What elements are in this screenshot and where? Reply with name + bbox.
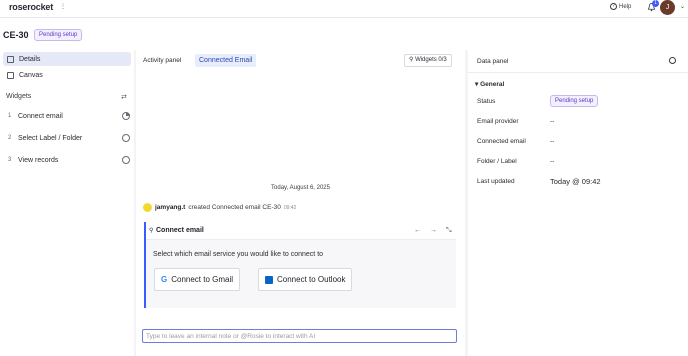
connect-outlook-button[interactable]: Connect to Outlook bbox=[258, 268, 353, 291]
card-prompt: Select which email service you would lik… bbox=[153, 251, 324, 258]
card-title: Connect email bbox=[156, 227, 204, 234]
event-time: 09:42 bbox=[283, 204, 297, 211]
sidebar-item-label: Details bbox=[19, 55, 41, 63]
field-label-email-provider: Email provider bbox=[477, 118, 519, 125]
avatar[interactable]: J bbox=[660, 0, 675, 15]
page-header: CE-30 Pending setup bbox=[0, 18, 688, 50]
event-user[interactable]: jamyang.t bbox=[155, 204, 185, 211]
connect-outlook-label: Connect to Outlook bbox=[277, 275, 346, 284]
widgets-button-label: Widgets 0/3 bbox=[415, 57, 447, 63]
section-general[interactable]: ▾ General bbox=[475, 80, 504, 88]
activity-event: jamyang.t created Connected email CE-30 … bbox=[143, 203, 296, 212]
section-label: General bbox=[480, 81, 505, 88]
field-value-last-updated: Today @ 09:42 bbox=[550, 177, 601, 186]
plug-icon: ⚲ bbox=[149, 228, 154, 234]
tab-connected-email[interactable]: Connected Email bbox=[195, 54, 257, 67]
progress-icon bbox=[122, 112, 130, 120]
chevron-down-icon[interactable]: ⌄ bbox=[680, 3, 685, 10]
event-text: created Connected email CE-30 bbox=[188, 204, 281, 211]
connect-email-card: ⚲ Connect email ← → ⤡ Select which email… bbox=[144, 222, 456, 308]
sidebar-item-details[interactable]: Details bbox=[3, 52, 131, 66]
outlook-icon bbox=[265, 275, 273, 284]
help-label: Help bbox=[619, 3, 632, 10]
connect-gmail-button[interactable]: G Connect to Gmail bbox=[154, 268, 241, 291]
arrow-right-icon[interactable]: → bbox=[430, 227, 437, 234]
note-input[interactable] bbox=[142, 329, 457, 343]
widget-number: 3 bbox=[8, 157, 12, 163]
widget-number: 2 bbox=[8, 135, 12, 141]
divider bbox=[468, 72, 688, 73]
widgets-button[interactable]: ⚲ Widgets 0/3 bbox=[404, 54, 452, 67]
sidebar-item-canvas[interactable]: Canvas bbox=[3, 68, 131, 82]
widget-number: 1 bbox=[8, 113, 12, 119]
connect-gmail-label: Connect to Gmail bbox=[171, 275, 234, 284]
widget-label: Connect email bbox=[18, 112, 63, 120]
avatar bbox=[143, 203, 152, 212]
data-panel: Data panel ▾ General Status Pending setu… bbox=[468, 50, 688, 356]
widgets-heading: Widgets bbox=[6, 93, 32, 100]
status-badge: Pending setup bbox=[34, 29, 83, 41]
swap-icon[interactable]: ⇄ bbox=[121, 93, 127, 101]
search-icon[interactable] bbox=[669, 57, 676, 64]
field-value-connected-email: -- bbox=[550, 138, 555, 145]
app-switcher-icon[interactable]: ⋮ bbox=[60, 3, 66, 10]
data-panel-title: Data panel bbox=[477, 58, 509, 65]
date-separator: Today, August 6, 2025 bbox=[271, 185, 330, 191]
sidebar: Details Canvas Widgets ⇄ 1 Connect email… bbox=[0, 50, 134, 356]
widget-label: Select Label / Folder bbox=[18, 134, 83, 142]
field-label-last-updated: Last updated bbox=[477, 178, 515, 185]
google-icon: G bbox=[161, 275, 168, 284]
widget-item-select-label[interactable]: 2 Select Label / Folder bbox=[8, 132, 130, 144]
list-icon bbox=[7, 55, 14, 63]
field-value-folder: -- bbox=[550, 158, 555, 165]
document-icon bbox=[7, 71, 14, 79]
field-label-connected-email: Connected email bbox=[477, 138, 526, 145]
field-label-status: Status bbox=[477, 98, 496, 105]
status-badge: Pending setup bbox=[550, 95, 599, 107]
activity-panel: Activity panel Connected Email ⚲ Widgets… bbox=[136, 50, 465, 356]
top-bar: roserocket ⋮ ? Help 1 J ⌄ bbox=[0, 0, 688, 18]
circle-icon bbox=[122, 156, 130, 164]
circle-icon bbox=[122, 134, 130, 142]
widget-item-view-records[interactable]: 3 View records bbox=[8, 154, 130, 166]
collapse-icon[interactable]: ⤡ bbox=[446, 227, 452, 235]
field-label-folder: Folder / Label bbox=[477, 158, 517, 165]
widget-item-connect-email[interactable]: 1 Connect email bbox=[8, 110, 130, 122]
field-value-email-provider: -- bbox=[550, 118, 555, 125]
help-button[interactable]: ? Help bbox=[610, 3, 631, 10]
app-logo[interactable]: roserocket bbox=[9, 2, 53, 12]
notification-badge: 1 bbox=[652, 0, 659, 7]
help-icon: ? bbox=[610, 3, 617, 10]
page-title: CE-30 bbox=[3, 30, 29, 40]
arrow-left-icon[interactable]: ← bbox=[414, 227, 421, 234]
card-header: ⚲ Connect email ← → ⤡ bbox=[146, 222, 456, 240]
widget-label: View records bbox=[18, 156, 59, 164]
tab-activity-panel[interactable]: Activity panel bbox=[143, 54, 181, 67]
sidebar-item-label: Canvas bbox=[19, 71, 43, 79]
